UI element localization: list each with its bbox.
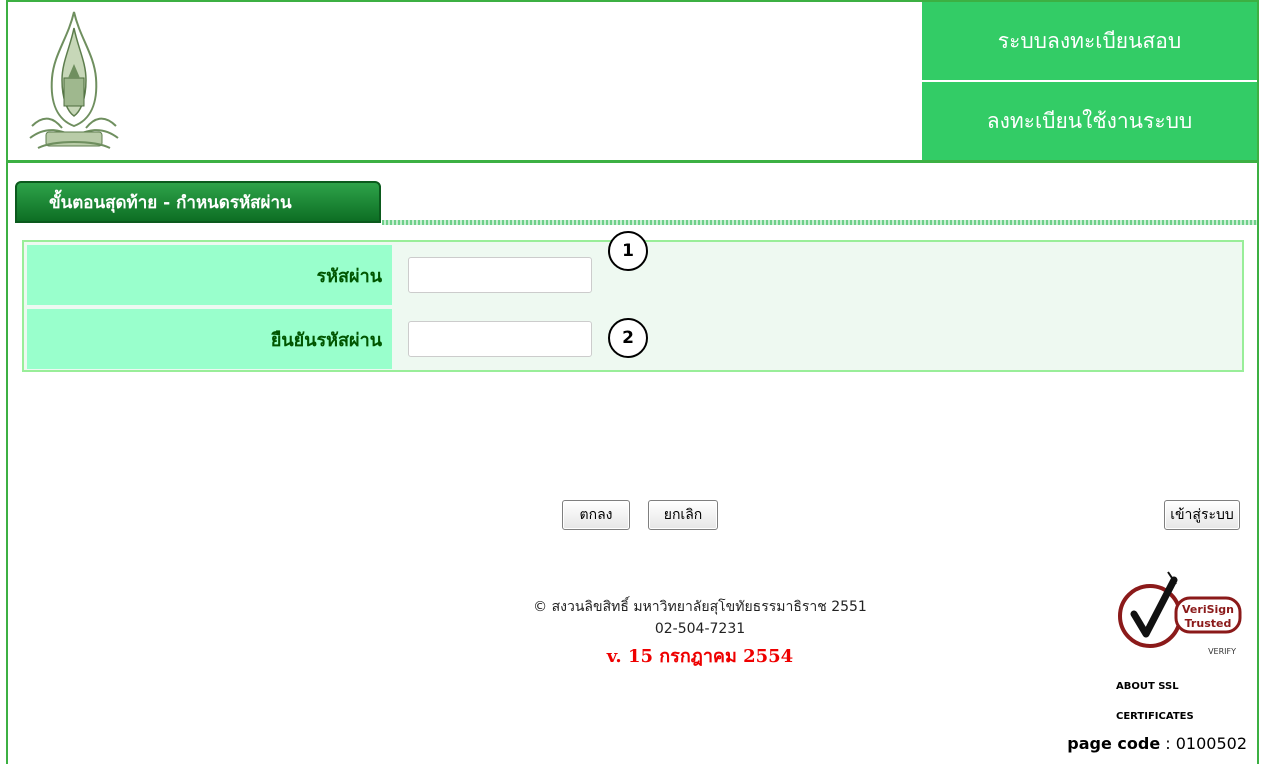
password-field-cell (392, 245, 1241, 305)
section-tab: ขั้นตอนสุดท้าย - กำหนดรหัสผ่าน (15, 181, 381, 223)
about-ssl-link[interactable]: ABOUT SSL CERTIFICATES (1116, 672, 1236, 732)
annotation-marker-1: 1 (608, 231, 648, 271)
confirm-password-input[interactable] (408, 321, 592, 357)
cancel-button[interactable]: ยกเลิก (648, 500, 718, 530)
footer: © สงวนลิขสิทธิ์ มหาวิทยาลัยสุโขทัยธรรมาธ… (400, 596, 1000, 668)
verisign-trusted-text: Trusted (1185, 617, 1232, 630)
about-ssl-line1[interactable]: ABOUT SSL (1116, 672, 1236, 702)
phone-text: 02-504-7231 (654, 621, 746, 637)
password-input[interactable] (408, 257, 592, 293)
page-code-value: 0100502 (1175, 734, 1247, 753)
password-label: รหัสผ่าน (27, 245, 392, 305)
login-button[interactable]: เข้าสู่ระบบ (1164, 500, 1240, 530)
confirm-password-field-cell (392, 309, 1241, 369)
verisign-brand-text: VeriSign (1182, 603, 1234, 616)
ok-button[interactable]: ตกลง (562, 500, 630, 530)
nav-user-registration[interactable]: ลงทะเบียนใช้งานระบบ (922, 82, 1257, 160)
verisign-seal-icon[interactable]: VeriSign Trusted VERIFY (1116, 568, 1244, 660)
top-nav: ระบบลงทะเบียนสอบ ลงทะเบียนใช้งานระบบ (922, 2, 1257, 160)
about-ssl-line2[interactable]: CERTIFICATES (1116, 702, 1236, 732)
verisign-verify-text: VERIFY (1208, 647, 1236, 656)
page-code-label: page code (1067, 734, 1161, 753)
page-code: page code : 0100502 (1067, 734, 1247, 753)
version-text: v. 15 กรกฎาคม 2554 (606, 646, 794, 667)
nav-exam-registration[interactable]: ระบบลงทะเบียนสอบ (922, 2, 1257, 82)
university-emblem-icon (29, 11, 119, 149)
header: ระบบลงทะเบียนสอบ ลงทะเบียนใช้งานระบบ (8, 2, 1257, 163)
confirm-password-label: ยืนยันรหัสผ่าน (27, 309, 392, 369)
annotation-marker-2: 2 (608, 318, 648, 358)
tab-underline (382, 220, 1257, 225)
copyright-text: © สงวนลิขสิทธิ์ มหาวิทยาลัยสุโขทัยธรรมาธ… (533, 599, 867, 615)
